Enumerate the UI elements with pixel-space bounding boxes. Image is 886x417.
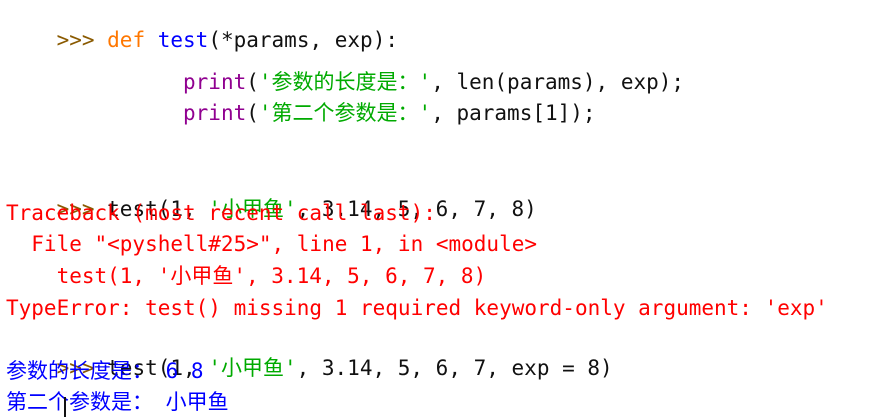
code-line-print-2: print('第二个参数是：', params[1]); [183,101,596,125]
print-builtin: print [183,101,247,125]
output-line-2: 第二个参数是： 小甲鱼 [6,390,229,414]
code-line-print-1: print('参数的长度是：', len(params), exp); [6,40,684,94]
output-line-1: 参数的长度是： 6 8 [6,359,204,383]
string-literal: '第二个参数是：' [258,101,432,125]
text-cursor [64,397,66,417]
traceback-code-line: test(1, '小甲鱼', 3.14, 5, 6, 7, 8) [6,264,487,288]
string-literal: '小甲鱼' [208,356,297,380]
traceback-error: TypeError: test() missing 1 required key… [6,296,828,320]
traceback-header: Traceback (most recent call last): [6,201,436,225]
traceback-file-line: File "<pyshell#25>", line 1, in <module> [6,232,538,256]
python-shell[interactable]: >>> def test(*params, exp): print('参数的长度… [0,0,886,417]
code-line-def: >>> def test(*params, exp): [6,0,398,52]
code-line-call-2: >>> test(1, '小甲鱼', 3.14, 5, 6, 7, exp = … [56,356,613,380]
print-args: , params[1]); [431,101,596,125]
code-line-call-1: >>> test(1, '小甲鱼', 3.14, 5, 6, 7, 8) [56,197,537,221]
